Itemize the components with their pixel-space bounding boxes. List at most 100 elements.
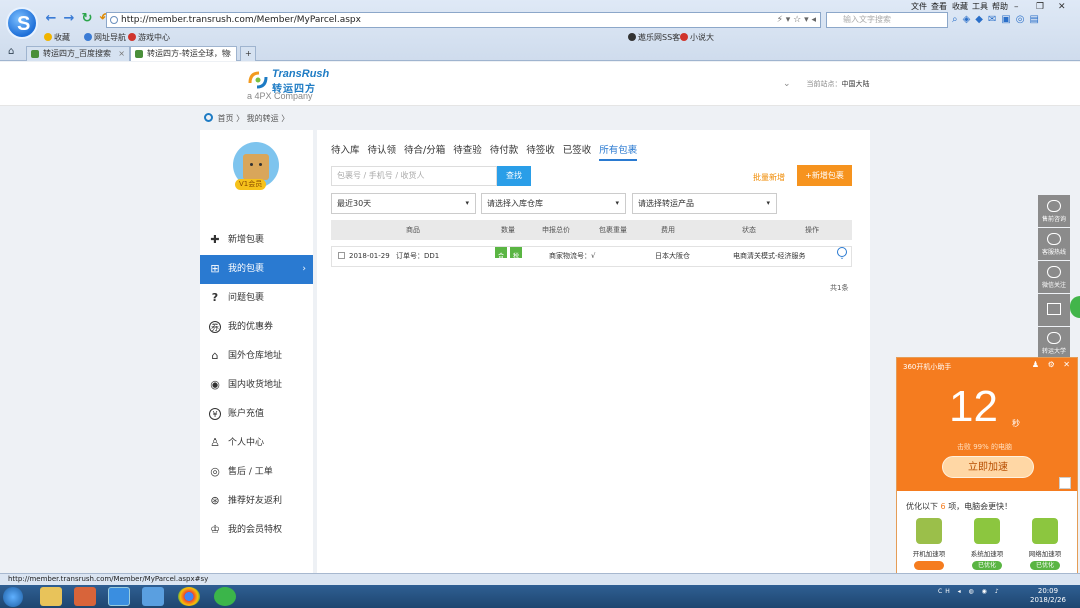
plus-icon: ✚ — [210, 233, 220, 246]
refresh-icon[interactable]: ↻ — [79, 11, 95, 27]
breadcrumb-current[interactable]: 我的转运 — [247, 114, 279, 123]
wechat-button[interactable]: 微信关注 — [1038, 261, 1070, 293]
date-range-select[interactable]: 最近30天 ▾ — [331, 193, 476, 214]
network-icon — [1032, 518, 1058, 544]
menu-favorites[interactable]: 收藏 — [952, 1, 968, 12]
sidebar-item-after-sales[interactable]: ◎ 售后 / 工单 — [200, 458, 313, 487]
tab-pending-inbound[interactable]: 待入库 — [331, 142, 360, 159]
system-items-option[interactable]: 系统加速项 已优化 — [967, 518, 1007, 570]
toolbar-icons[interactable]: ⌕◈◆✉▣◎▤ — [952, 14, 1044, 25]
browser-tab[interactable]: 转运四方_百度搜索 × — [26, 46, 130, 61]
sidebar-item-referral[interactable]: ⊛ 推荐好友返利 — [200, 487, 313, 516]
presales-chat-button[interactable]: 售前咨询 — [1038, 195, 1070, 227]
tab-pending-inspection[interactable]: 待查验 — [453, 142, 482, 159]
question-icon: ? — [211, 291, 219, 304]
boot-items-option[interactable]: 开机加速项 — [909, 518, 949, 570]
explorer-icon[interactable] — [40, 587, 62, 606]
breadcrumb-home[interactable]: 首页 — [218, 114, 234, 123]
new-tab-button[interactable]: + — [240, 46, 256, 61]
favorite-item[interactable]: 游戏中心 — [128, 32, 170, 43]
tab-pending-claim[interactable]: 待认领 — [368, 142, 397, 159]
forward-arrow-icon[interactable]: → — [61, 11, 77, 27]
tab-pending-payment[interactable]: 待付款 — [490, 142, 519, 159]
favorite-item[interactable]: 收藏 — [44, 32, 70, 43]
site-header: TransRush 转运四方 a 4PX Company ⌄ 当前站点：中国大陆 — [0, 62, 1080, 106]
row-checkbox[interactable] — [338, 247, 345, 266]
transrush-logo-icon[interactable] — [247, 69, 269, 91]
favorite-item[interactable]: 网址导航 — [84, 32, 126, 43]
optimize-count: 6 — [940, 502, 946, 511]
menu-view[interactable]: 查看 — [931, 1, 947, 12]
media-icon[interactable] — [74, 587, 96, 606]
game-icon — [128, 33, 136, 41]
add-parcel-button[interactable]: +新增包裹 — [797, 165, 852, 186]
sidebar-item-add-parcel[interactable]: ✚ 新增包裹 — [200, 226, 313, 255]
table-row[interactable]: 2018-01-29 订单号：DD1 合 税 商家物流号：√ 日本大阪仓 电商清… — [331, 246, 852, 267]
breadcrumb-separator: 〉 — [281, 114, 290, 123]
side-widget-tab[interactable] — [1070, 296, 1080, 318]
browser-tab-active[interactable]: 转运四方-转运全球，物 × — [130, 46, 237, 61]
sidebar-item-member-privileges[interactable]: ♔ 我的会员特权 — [200, 516, 313, 545]
chrome-icon[interactable] — [178, 587, 200, 606]
back-arrow-icon[interactable]: ← — [43, 11, 59, 27]
float-label: 微信关注 — [1041, 282, 1066, 289]
popup-controls[interactable]: ♟ ⚙ ✕ — [1032, 360, 1073, 369]
update-icon[interactable] — [214, 587, 236, 606]
station-selector[interactable]: ⌄ 当前站点：中国大陆 — [783, 79, 870, 89]
state-badge: 已优化 — [972, 561, 1002, 570]
sidebar-item-personal-center[interactable]: ♙ 个人中心 — [200, 429, 313, 458]
sidebar-item-overseas-warehouse[interactable]: ⌂ 国外仓库地址 — [200, 342, 313, 371]
university-button[interactable]: 转运大学 — [1038, 327, 1070, 359]
hotline-button[interactable]: 客服热线 — [1038, 228, 1070, 260]
boot-unit: 秒 — [1012, 419, 1020, 428]
expand-row-icon[interactable]: ⌄ — [837, 247, 847, 261]
app-icon[interactable] — [142, 587, 164, 606]
sidebar-item-recharge[interactable]: ¥ 账户充值 — [200, 400, 313, 429]
menu-tools[interactable]: 工具 — [972, 1, 988, 12]
popup-header: 360开机小助手 ♟ ⚙ ✕ 12 秒 击败 99% 的电脑 立即加速 — [897, 358, 1077, 491]
address-actions[interactable]: ⚡ ▾ ☆ ▾ ◂ — [777, 13, 816, 27]
start-button[interactable] — [3, 587, 23, 607]
address-url: http://member.transrush.com/Member/MyPar… — [121, 15, 361, 25]
col-declared-value: 申报总价 — [542, 226, 570, 234]
status-url: http://member.transrush.com/Member/MyPar… — [8, 575, 209, 583]
favorite-item[interactable]: 遨乐网SS客 — [628, 32, 680, 43]
maximize-icon[interactable]: ❐ — [1036, 2, 1044, 12]
tab-pending-merge[interactable]: 待合/分箱 — [404, 142, 445, 159]
clock[interactable]: 20:09 2018/2/26 — [1030, 587, 1066, 605]
browser-360-icon[interactable] — [108, 587, 130, 606]
sidebar-item-problem-parcels[interactable]: ? 问题包裹 — [200, 284, 313, 313]
minimize-icon[interactable]: – — [1014, 2, 1019, 12]
sidebar-item-coupons[interactable]: 券我的优惠券 — [200, 313, 313, 342]
state-badge — [914, 561, 944, 570]
tab-pending-receipt[interactable]: 待签收 — [526, 142, 555, 159]
parcel-search-input[interactable]: 包裹号 / 手机号 / 收货人 — [331, 166, 497, 186]
grid-button[interactable] — [1038, 294, 1070, 326]
user-icon: ♙ — [210, 436, 220, 449]
warehouse-select[interactable]: 请选择入库仓库 ▾ — [481, 193, 626, 214]
menu-file[interactable]: 文件 — [911, 1, 927, 12]
favorite-item[interactable]: 小说大 — [680, 32, 714, 43]
tab-received[interactable]: 已签收 — [563, 142, 592, 159]
tab-close-icon[interactable]: × — [118, 47, 125, 61]
address-bar[interactable]: http://member.transrush.com/Member/MyPar… — [106, 12, 821, 28]
beat-text: 击败 99% 的电脑 — [957, 443, 1013, 451]
station-value: 中国大陆 — [841, 80, 870, 88]
browser-search-input[interactable]: 输入文字搜索 — [826, 12, 948, 28]
popup-mini-icon[interactable] — [1059, 477, 1071, 489]
menu-help[interactable]: 帮助 — [992, 1, 1008, 12]
batch-add-link[interactable]: 批量新增 — [753, 172, 785, 183]
product-select[interactable]: 请选择转运产品 ▾ — [632, 193, 777, 214]
speed-up-button[interactable]: 立即加速 — [942, 456, 1034, 478]
system-tray[interactable]: CH ◂ ◍ ◉ ♪ — [938, 588, 1002, 595]
favorite-label: 收藏 — [54, 33, 70, 42]
sidebar-item-domestic-address[interactable]: ◉ 国内收货地址 — [200, 371, 313, 400]
tab-all-parcels[interactable]: 所有包裹 — [599, 142, 638, 161]
close-window-icon[interactable]: ✕ — [1058, 2, 1066, 12]
tab-close-icon[interactable]: × — [225, 47, 232, 61]
option-label: 网络加速项 — [1028, 550, 1062, 558]
network-items-option[interactable]: 网络加速项 已优化 — [1025, 518, 1065, 570]
search-button[interactable]: 查找 — [497, 166, 531, 186]
sidebar-item-my-parcels[interactable]: ⊞ 我的包裹 › — [200, 255, 313, 284]
col-weight: 包裹重量 — [599, 226, 627, 234]
